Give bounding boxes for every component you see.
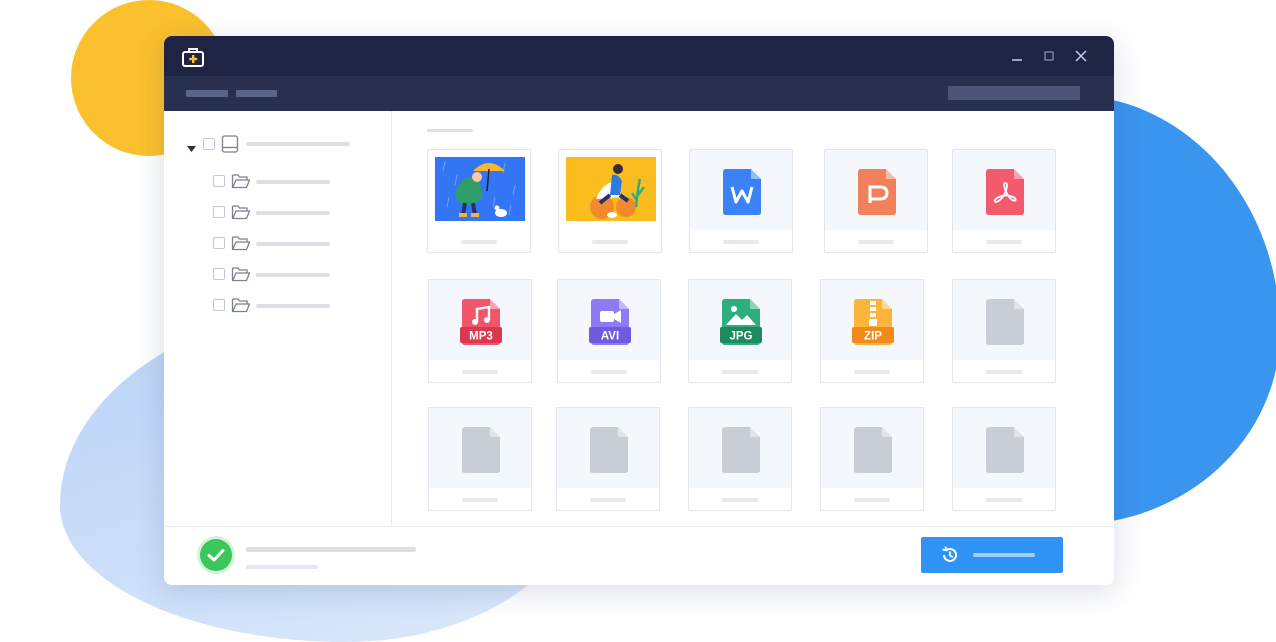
file-name-placeholder (462, 498, 498, 502)
folder-tree-item[interactable] (164, 265, 391, 283)
folder-icon (231, 296, 251, 319)
menu-bar (164, 76, 1114, 111)
generic-file-icon (587, 425, 631, 480)
avi-file-icon: AVI (588, 297, 632, 352)
minimize-icon[interactable] (1009, 48, 1025, 64)
recover-button-label-placeholder (973, 553, 1035, 557)
folder-icon (231, 265, 251, 288)
file-name-placeholder (461, 240, 497, 244)
app-window: MP3 AVI JPG ZIP (164, 36, 1114, 585)
title-bar (164, 36, 1114, 76)
file-name-placeholder (986, 370, 1022, 374)
file-name-placeholder (986, 240, 1022, 244)
file-tile-generic[interactable] (952, 407, 1056, 511)
folder-tree-item[interactable] (164, 172, 391, 190)
menu-item-placeholder[interactable] (236, 90, 277, 97)
word-document-icon (720, 167, 764, 222)
file-tile-image[interactable] (558, 149, 662, 253)
file-name-placeholder (722, 370, 758, 374)
folder-checkbox[interactable] (213, 268, 225, 280)
maximize-icon[interactable] (1041, 48, 1057, 64)
generic-file-icon (719, 425, 763, 480)
generic-file-icon (983, 425, 1027, 480)
file-tile-jpg[interactable]: JPG (688, 279, 792, 383)
file-tile-generic[interactable] (952, 279, 1056, 383)
folder-tree-item[interactable] (164, 296, 391, 314)
photo-reading-woman-thumbnail (566, 157, 656, 221)
svg-text:ZIP: ZIP (864, 331, 882, 343)
drive-icon (221, 135, 239, 158)
svg-text:JPG: JPG (729, 331, 752, 343)
recover-button[interactable] (921, 537, 1063, 573)
file-tile-generic[interactable] (820, 407, 924, 511)
file-name-placeholder (591, 370, 627, 374)
checkmark-icon (200, 539, 232, 571)
folder-label-placeholder (256, 211, 330, 215)
file-tile-image[interactable] (427, 149, 531, 253)
folder-icon (231, 172, 251, 195)
file-tile-generic[interactable] (556, 407, 660, 511)
file-name-placeholder (722, 498, 758, 502)
status-subtitle-placeholder (246, 565, 318, 569)
file-tile-generic[interactable] (688, 407, 792, 511)
file-tile-mp3[interactable]: MP3 (428, 279, 532, 383)
folder-checkbox[interactable] (213, 175, 225, 187)
folder-checkbox[interactable] (213, 299, 225, 311)
file-tile-pdf[interactable] (952, 149, 1056, 253)
path-label-placeholder (427, 129, 473, 132)
close-icon[interactable] (1073, 48, 1089, 64)
mp3-file-icon: MP3 (459, 297, 503, 352)
root-checkbox[interactable] (203, 138, 215, 150)
pdf-document-icon (983, 167, 1027, 222)
folder-label-placeholder (256, 304, 330, 308)
folder-icon (231, 203, 251, 226)
file-tile-zip[interactable]: ZIP (820, 279, 924, 383)
menu-item-placeholder[interactable] (186, 90, 228, 97)
jpg-file-icon: JPG (719, 297, 763, 352)
file-name-placeholder (592, 240, 628, 244)
generic-file-icon (983, 297, 1027, 352)
generic-file-icon (459, 425, 503, 480)
file-grid-panel: MP3 AVI JPG ZIP (392, 111, 1114, 525)
powerpoint-document-icon (855, 167, 899, 222)
svg-text:MP3: MP3 (469, 331, 493, 343)
file-tile-ppt[interactable] (824, 149, 928, 253)
file-name-placeholder (858, 240, 894, 244)
recovery-toolbox-icon (182, 47, 204, 72)
folder-tree-item[interactable] (164, 203, 391, 221)
file-name-placeholder (986, 498, 1022, 502)
file-name-placeholder (462, 370, 498, 374)
file-tile-avi[interactable]: AVI (557, 279, 661, 383)
folder-checkbox[interactable] (213, 237, 225, 249)
search-bar-placeholder[interactable] (948, 86, 1080, 100)
tree-root-label-placeholder (246, 142, 350, 146)
zip-file-icon: ZIP (851, 297, 895, 352)
history-icon (940, 545, 960, 568)
generic-file-icon (851, 425, 895, 480)
photo-rain-umbrella-thumbnail (435, 157, 525, 221)
tree-root[interactable] (164, 135, 391, 153)
file-name-placeholder (590, 498, 626, 502)
folder-checkbox[interactable] (213, 206, 225, 218)
folder-icon (231, 234, 251, 257)
folder-label-placeholder (256, 273, 330, 277)
folder-tree-item[interactable] (164, 234, 391, 252)
caret-down-icon[interactable] (187, 140, 196, 158)
file-name-placeholder (723, 240, 759, 244)
file-name-placeholder (854, 370, 890, 374)
status-title-placeholder (246, 547, 416, 552)
svg-text:AVI: AVI (601, 331, 619, 343)
folder-label-placeholder (256, 242, 330, 246)
file-tile-word[interactable] (689, 149, 793, 253)
file-name-placeholder (854, 498, 890, 502)
folder-tree (164, 111, 392, 525)
file-tile-generic[interactable] (428, 407, 532, 511)
status-footer (164, 526, 1114, 585)
folder-label-placeholder (256, 180, 330, 184)
